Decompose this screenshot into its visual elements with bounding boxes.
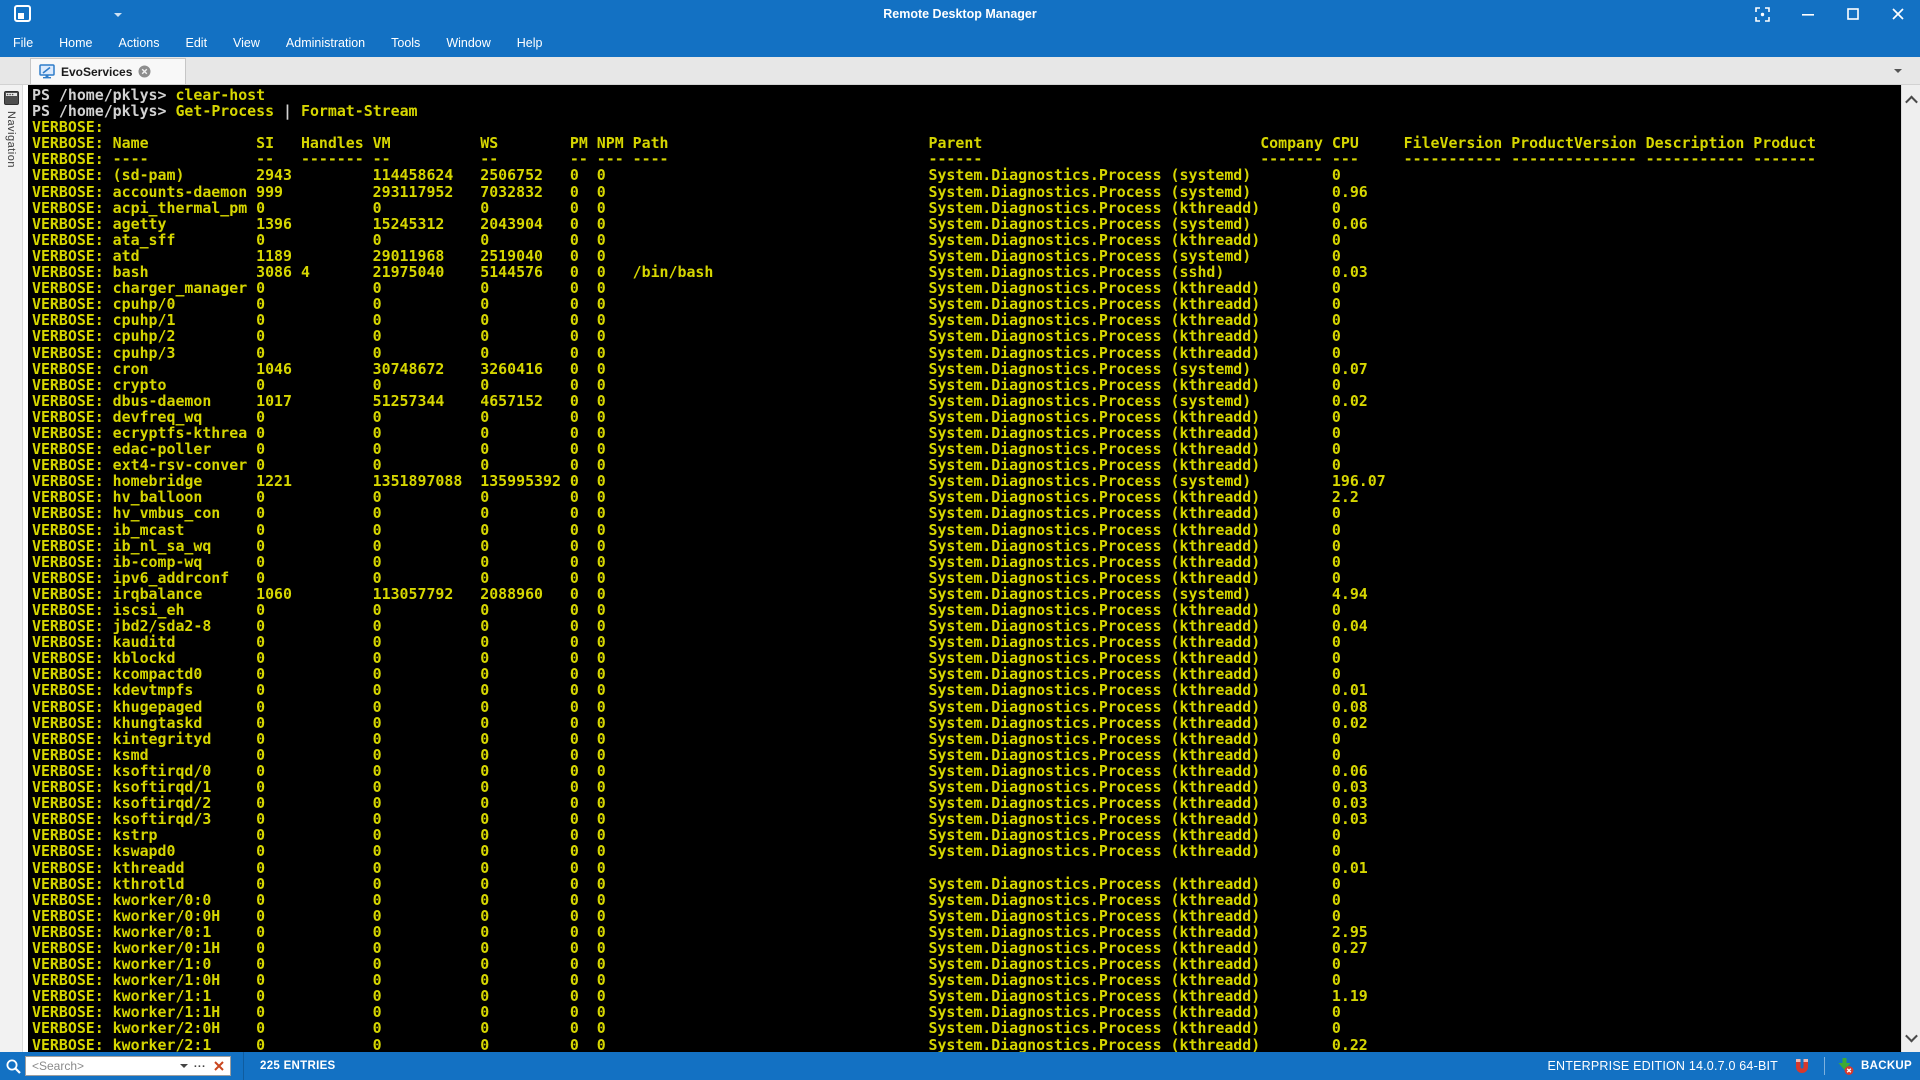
maximize-button[interactable]	[1830, 0, 1875, 28]
scroll-up-button[interactable]	[1902, 85, 1920, 115]
remote-desktop-manager-window: Remote Desktop Manager	[0, 0, 1920, 1080]
focus-mode-button[interactable]	[1740, 0, 1785, 28]
status-right-cluster: ENTERPRISE EDITION 14.0.7.0 64-BIT BACKU…	[1548, 1052, 1920, 1080]
scroll-down-button[interactable]	[1902, 1022, 1920, 1052]
tab-bar: EvoServices	[0, 57, 1920, 85]
close-button[interactable]	[1875, 0, 1920, 28]
navigation-panel-label: Navigation	[5, 111, 17, 168]
navigation-sidebar[interactable]: Navigation	[0, 85, 23, 1052]
entries-count: 225 ENTRIES	[260, 1060, 336, 1072]
tab-evoservices[interactable]: EvoServices	[30, 58, 186, 84]
tab-label: EvoServices	[61, 65, 132, 79]
menu-bar: FileHomeActionsEditViewAdministrationToo…	[0, 28, 1920, 57]
minimize-icon	[1802, 8, 1814, 20]
search-clear-button[interactable]	[214, 1061, 224, 1071]
menu-item-file[interactable]: File	[0, 28, 46, 57]
menu-item-view[interactable]: View	[220, 28, 273, 57]
status-divider	[1824, 1057, 1825, 1075]
search-box: ...	[25, 1056, 231, 1076]
menu-item-edit[interactable]: Edit	[173, 28, 221, 57]
menu-item-home[interactable]: Home	[46, 28, 105, 57]
window-title: Remote Desktop Manager	[0, 7, 1920, 21]
window-controls	[1740, 0, 1920, 28]
search-options-icon[interactable]: ...	[194, 1058, 206, 1070]
menu-item-help[interactable]: Help	[504, 28, 556, 57]
chevron-up-icon	[1905, 95, 1918, 108]
title-bar: Remote Desktop Manager	[0, 0, 1920, 28]
terminal-scrollbar[interactable]	[1901, 85, 1920, 1052]
magnet-icon[interactable]	[1792, 1057, 1812, 1075]
clear-x-icon	[214, 1061, 224, 1071]
search-dropdown-caret-icon[interactable]	[180, 1064, 188, 1068]
tab-close-icon[interactable]	[138, 65, 151, 78]
close-icon	[1892, 8, 1904, 20]
menu-item-tools[interactable]: Tools	[378, 28, 433, 57]
backup-label: BACKUP	[1861, 1060, 1912, 1072]
maximize-icon	[1847, 8, 1859, 20]
terminal-pane[interactable]: PS /home/pklys> clear-host PS /home/pkly…	[28, 85, 1901, 1052]
menu-item-window[interactable]: Window	[433, 28, 503, 57]
minimize-button[interactable]	[1785, 0, 1830, 28]
tab-list-caret-icon[interactable]	[1894, 69, 1902, 73]
status-divider	[243, 1052, 244, 1080]
terminal-output: PS /home/pklys> clear-host PS /home/pkly…	[32, 87, 1901, 1052]
menu-item-administration[interactable]: Administration	[273, 28, 378, 57]
edition-label: ENTERPRISE EDITION 14.0.7.0 64-BIT	[1548, 1059, 1778, 1073]
session-monitor-icon	[39, 64, 55, 79]
backup-status-icon[interactable]	[1835, 1057, 1855, 1076]
menu-item-actions[interactable]: Actions	[106, 28, 173, 57]
search-icon	[5, 1058, 22, 1075]
main-area: Navigation PS /home/pklys> clear-host PS…	[0, 85, 1920, 1052]
chevron-down-icon	[1905, 1029, 1918, 1042]
navigation-panel-icon	[4, 91, 19, 105]
focus-mode-icon	[1754, 6, 1771, 23]
search-input[interactable]	[26, 1059, 176, 1073]
status-bar: ... 225 ENTRIES ENTERPRISE EDITION 14.0.…	[0, 1052, 1920, 1080]
